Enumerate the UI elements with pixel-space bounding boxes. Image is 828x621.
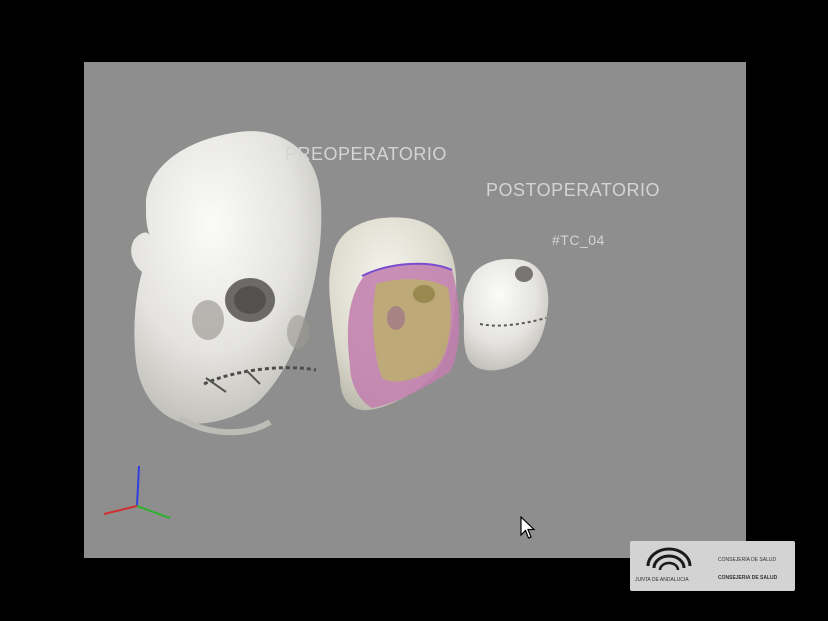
- skull-renderings: [131, 131, 549, 436]
- case-id-label: #TC_04: [552, 232, 605, 248]
- mouse-cursor-icon: [520, 516, 536, 539]
- postoperative-label: POSTOPERATORIO: [486, 180, 661, 200]
- logo-department-line: CONSEJERÍA DE SALUD: [718, 557, 777, 563]
- junta-andalucia-logo-icon: [646, 547, 692, 571]
- small-skull[interactable]: [463, 258, 549, 371]
- 3d-viewport[interactable]: PREOPERATORIO POSTOPERATORIO #TC_04: [84, 62, 746, 558]
- logo-department-name: CONSEJERIA DE SALUD: [718, 575, 778, 581]
- logo-org-name: JUNTA DE ANDALUCIA: [635, 577, 689, 583]
- postoperative-skull-overlay[interactable]: [329, 217, 460, 411]
- axes-triad-icon: [103, 465, 171, 519]
- preoperative-label: PREOPERATORIO: [285, 144, 447, 164]
- junta-andalucia-logo: JUNTA DE ANDALUCIA CONSEJERÍA DE SALUD C…: [630, 541, 795, 591]
- preoperative-skull[interactable]: [131, 131, 322, 436]
